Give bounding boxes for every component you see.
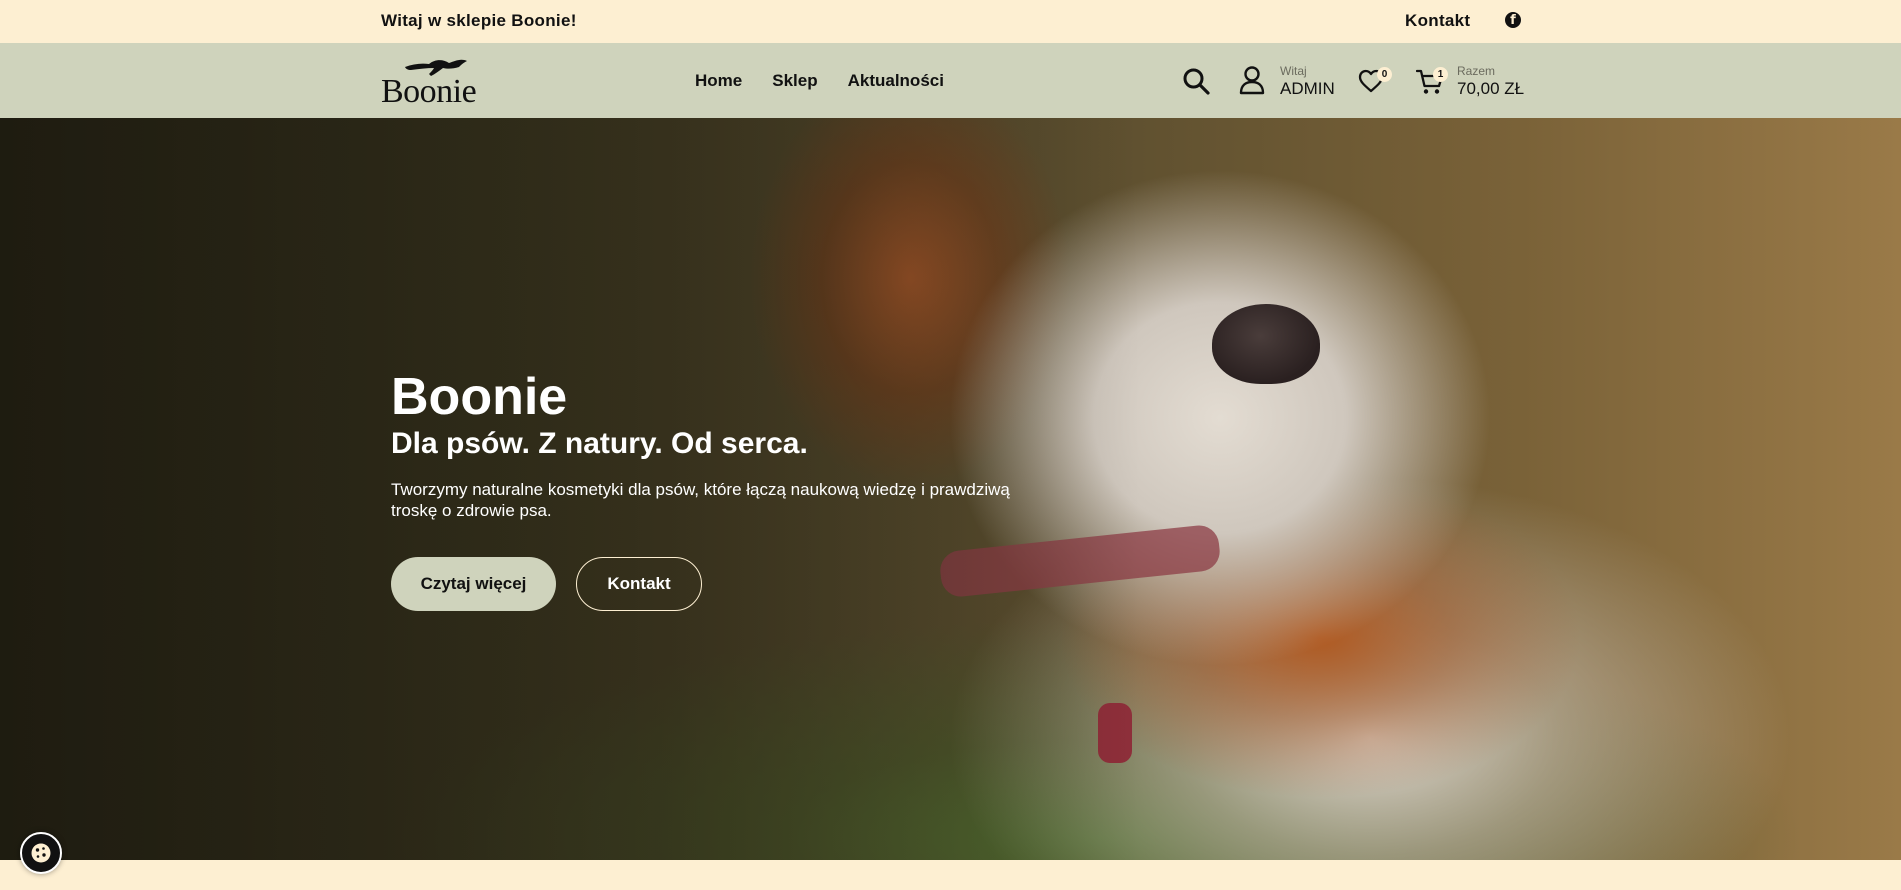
facebook-icon[interactable]: f [1505, 12, 1521, 28]
hero-contact-button[interactable]: Kontakt [576, 557, 702, 611]
hero-title: Boonie [391, 368, 568, 426]
nav-news[interactable]: Aktualności [848, 71, 944, 91]
cookie-icon [31, 843, 51, 863]
logo-text: Boonie [381, 73, 477, 110]
user-icon[interactable] [1238, 65, 1266, 95]
hero-subtitle: Dla psów. Z natury. Od serca. [391, 427, 808, 460]
hero-description: Tworzymy naturalne kosmetyki dla psów, k… [391, 480, 1010, 520]
nav-shop[interactable]: Sklep [772, 71, 817, 91]
user-name: ADMIN [1280, 79, 1335, 98]
hero-buttons: Czytaj więcej Kontakt [391, 557, 1031, 611]
cart-total: 70,00 ZŁ [1457, 79, 1525, 98]
nav-home[interactable]: Home [695, 71, 742, 91]
hero-banner: Boonie Dla psów. Z natury. Od serca. Two… [0, 118, 1901, 860]
topbar-contact-link[interactable]: Kontakt [1405, 11, 1470, 31]
cart-label: Razem [1457, 64, 1496, 78]
bottom-strip [0, 860, 1901, 890]
hero-content: Boonie Dla psów. Z natury. Od serca. Two… [391, 368, 1031, 611]
search-icon[interactable] [1182, 67, 1210, 95]
account-link[interactable]: Witaj ADMIN [1280, 65, 1335, 99]
main-header: Boonie Home Sklep Aktualności Witaj ADMI… [0, 43, 1901, 118]
wishlist-count-badge: 0 [1377, 67, 1392, 82]
logo[interactable]: Boonie [381, 55, 491, 110]
user-greeting: Witaj [1280, 64, 1307, 78]
cart-summary[interactable]: Razem 70,00 ZŁ [1457, 65, 1524, 99]
welcome-text: Witaj w sklepie Boonie! [381, 11, 577, 30]
main-nav: Home Sklep Aktualności [695, 71, 944, 91]
cookie-settings-button[interactable] [20, 832, 62, 874]
top-bar: Witaj w sklepie Boonie! Kontakt f [0, 0, 1901, 43]
cart-count-badge: 1 [1433, 67, 1448, 82]
read-more-button[interactable]: Czytaj więcej [391, 557, 556, 611]
